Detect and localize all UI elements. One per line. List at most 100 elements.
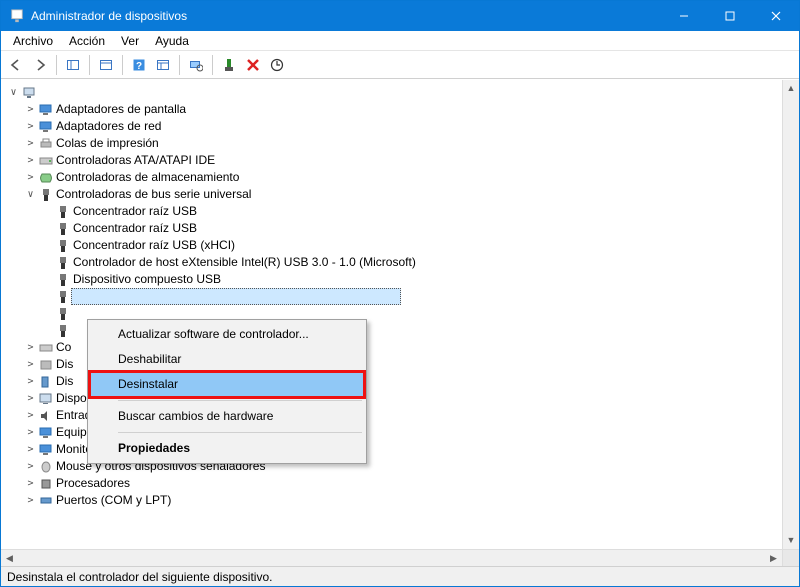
network-icon <box>37 121 54 133</box>
tree-item-display-adapters[interactable]: > Adaptadores de pantalla <box>24 101 799 118</box>
close-button[interactable] <box>753 1 799 31</box>
maximize-button[interactable] <box>707 1 753 31</box>
tree-item-print-queues[interactable]: > Colas de impresión <box>24 135 799 152</box>
usb-icon <box>54 290 71 304</box>
tree-item-usb-controllers[interactable]: ∨Controladoras de bus serie universal <box>24 186 799 203</box>
tree-item-storage-controllers[interactable]: > Controladoras de almacenamiento <box>24 169 799 186</box>
expander-icon[interactable]: > <box>24 373 37 390</box>
ctx-separator <box>118 400 362 401</box>
app-icon <box>9 8 25 24</box>
storage-icon <box>37 172 54 184</box>
scroll-right-icon[interactable]: ▶ <box>765 550 782 566</box>
computer-icon <box>20 86 37 100</box>
expander-icon[interactable]: > <box>24 118 37 135</box>
tree-item-usb-device[interactable]: Concentrador raíz USB <box>41 220 799 237</box>
tree-item-usb-device[interactable]: Concentrador raíz USB (xHCI) <box>41 237 799 254</box>
expander-icon[interactable]: > <box>24 356 37 373</box>
expander-icon[interactable]: > <box>24 492 37 509</box>
tree-label: Dis <box>54 356 73 373</box>
separator <box>56 55 57 75</box>
ctx-separator <box>118 432 362 433</box>
expander-icon[interactable]: > <box>24 390 37 407</box>
usb-icon <box>37 188 54 202</box>
expander-icon[interactable]: > <box>24 475 37 492</box>
scroll-left-icon[interactable]: ◀ <box>1 550 18 566</box>
display-icon <box>37 104 54 116</box>
ctx-disable[interactable]: Deshabilitar <box>90 347 364 372</box>
tree-label: Dispositivo compuesto USB <box>71 271 221 288</box>
usb-icon <box>54 205 71 219</box>
expander-icon[interactable]: > <box>24 169 37 186</box>
tree-item-ports[interactable]: >Puertos (COM y LPT) <box>24 492 799 509</box>
tree-label: Concentrador raíz USB <box>71 203 197 220</box>
computer-icon <box>37 427 54 439</box>
tree-item-usb-device[interactable]: Controlador de host eXtensible Intel(R) … <box>41 254 799 271</box>
tree-label: Controladoras de almacenamiento <box>54 169 239 186</box>
tree-item-ide-controllers[interactable]: >Controladoras ATA/ATAPI IDE <box>24 152 799 169</box>
horizontal-scrollbar[interactable]: ◀ ▶ <box>1 549 799 566</box>
enable-button[interactable] <box>218 54 240 76</box>
usb-icon <box>54 324 71 338</box>
separator <box>179 55 180 75</box>
expander-icon[interactable]: > <box>24 458 37 475</box>
help-button[interactable]: ? <box>128 54 150 76</box>
expander-icon[interactable]: > <box>24 424 37 441</box>
tree-label: Controlador de host eXtensible Intel(R) … <box>71 254 416 271</box>
tree-item-processors[interactable]: >Procesadores <box>24 475 799 492</box>
expander-icon[interactable]: ∨ <box>24 186 37 203</box>
cpu-icon <box>37 478 54 490</box>
tree-label: Concentrador raíz USB <box>71 220 197 237</box>
forward-button[interactable] <box>29 54 51 76</box>
expander-icon[interactable]: ∨ <box>7 84 20 101</box>
window-title: Administrador de dispositivos <box>31 9 661 23</box>
expander-icon[interactable]: > <box>24 441 37 458</box>
menu-accion[interactable]: Acción <box>61 32 113 50</box>
menu-ayuda[interactable]: Ayuda <box>147 32 197 50</box>
menu-archivo[interactable]: Archivo <box>5 32 61 50</box>
scroll-up-icon[interactable]: ▲ <box>783 80 799 97</box>
menu-ver[interactable]: Ver <box>113 32 147 50</box>
show-hide-tree-button[interactable] <box>62 54 84 76</box>
update-driver-button[interactable] <box>266 54 288 76</box>
mouse-icon <box>37 461 54 473</box>
properties-button[interactable] <box>95 54 117 76</box>
device-tree[interactable]: ∨ > Adaptadores de pantalla > Adaptadores … <box>1 80 799 549</box>
scan-hardware-button[interactable] <box>185 54 207 76</box>
ctx-uninstall[interactable]: Desinstalar <box>90 372 364 397</box>
ctx-update-driver[interactable]: Actualizar software de controlador... <box>90 322 364 347</box>
tree-label: Adaptadores de red <box>54 118 161 135</box>
portable-icon <box>37 376 54 388</box>
uninstall-button[interactable] <box>242 54 264 76</box>
back-button[interactable] <box>5 54 27 76</box>
monitor-icon <box>37 444 54 456</box>
port-icon <box>37 495 54 507</box>
ctx-scan-hardware[interactable]: Buscar cambios de hardware <box>90 404 364 429</box>
printer-icon <box>37 138 54 150</box>
properties2-button[interactable] <box>152 54 174 76</box>
system-icon <box>37 393 54 405</box>
tree-label: Adaptadores de pantalla <box>54 101 186 118</box>
expander-icon[interactable]: > <box>24 135 37 152</box>
scroll-down-icon[interactable]: ▼ <box>783 532 799 549</box>
separator <box>89 55 90 75</box>
vertical-scrollbar[interactable]: ▲ ▼ <box>782 80 799 549</box>
expander-icon[interactable]: > <box>24 101 37 118</box>
tree-item-usb-device[interactable]: Concentrador raíz USB <box>41 203 799 220</box>
titlebar[interactable]: Administrador de dispositivos <box>1 1 799 31</box>
tree-item-usb-device[interactable]: Dispositivo compuesto USB <box>41 271 799 288</box>
ctx-properties[interactable]: Propiedades <box>90 436 364 461</box>
expander-icon[interactable]: > <box>24 152 37 169</box>
usb-icon <box>54 222 71 236</box>
separator <box>122 55 123 75</box>
usb-icon <box>54 239 71 253</box>
expander-icon[interactable]: > <box>24 407 37 424</box>
audio-icon <box>37 410 54 422</box>
tree-item-usb-device-selected[interactable] <box>41 288 799 305</box>
usb-icon <box>54 256 71 270</box>
minimize-button[interactable] <box>661 1 707 31</box>
tree-item-network-adapters[interactable]: > Adaptadores de red <box>24 118 799 135</box>
expander-icon[interactable]: > <box>24 339 37 356</box>
separator <box>212 55 213 75</box>
root-node[interactable]: ∨ <box>7 84 799 101</box>
tree-label: Colas de impresión <box>54 135 159 152</box>
